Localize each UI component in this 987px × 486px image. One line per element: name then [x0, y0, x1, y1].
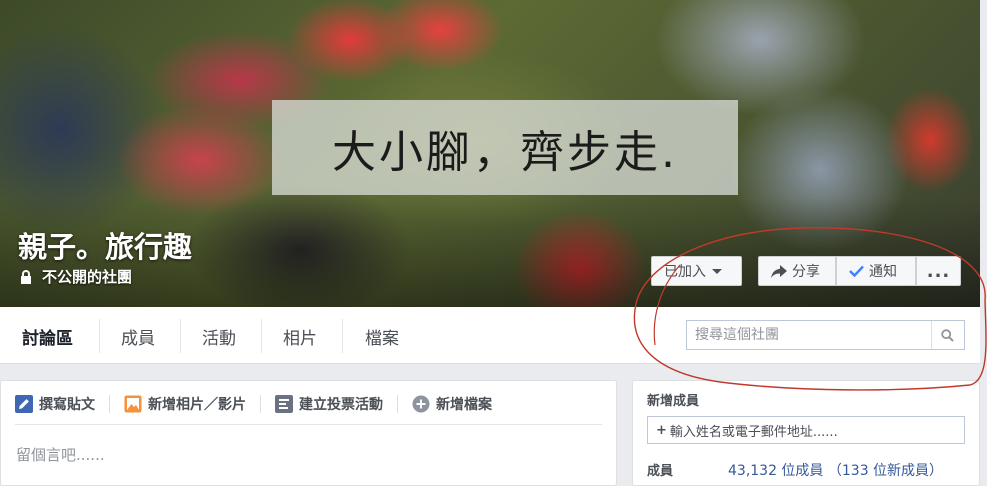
joined-label: 已加入	[664, 264, 706, 280]
search-icon	[941, 328, 954, 342]
tab-divider	[99, 319, 100, 353]
chevron-down-icon	[712, 268, 722, 274]
tab-discussion[interactable]: 討論區	[22, 319, 73, 353]
composer-textbox[interactable]: 留個言吧......	[16, 444, 105, 465]
action-divider	[109, 395, 110, 413]
tab-photos[interactable]: 相片	[283, 319, 317, 353]
share-button[interactable]: 分享	[758, 256, 836, 286]
add-file-label: 新增檔案	[436, 397, 492, 413]
tab-members[interactable]: 成員	[121, 319, 155, 353]
tab-divider	[342, 319, 343, 353]
more-options-button[interactable]: ...	[916, 256, 961, 286]
post-composer: 撰寫貼文 新增相片／影片 建立投票活動 新增檔案	[0, 380, 617, 486]
group-privacy: 不公開的社團	[20, 266, 132, 287]
add-members-title: 新增成員	[647, 394, 700, 409]
composer-divider	[15, 424, 602, 425]
tab-divider	[180, 319, 181, 353]
tab-events[interactable]: 活動	[202, 319, 236, 353]
add-member-input[interactable]: + 輸入姓名或電子郵件地址......	[647, 416, 965, 444]
check-icon	[849, 265, 864, 277]
tab-files[interactable]: 檔案	[365, 319, 399, 353]
add-file-button[interactable]: 新增檔案	[412, 394, 492, 414]
search-input[interactable]	[687, 327, 931, 343]
action-divider	[397, 395, 398, 413]
share-label: 分享	[792, 264, 820, 280]
notify-button[interactable]: 通知	[836, 256, 916, 286]
action-divider	[260, 395, 261, 413]
photo-icon	[124, 395, 142, 413]
create-poll-button[interactable]: 建立投票活動	[275, 394, 383, 414]
more-icon: ...	[926, 260, 951, 282]
composer-actions: 撰寫貼文 新增相片／影片 建立投票活動 新增檔案	[15, 393, 492, 415]
add-member-placeholder: 輸入姓名或電子郵件地址......	[669, 424, 838, 440]
members-label: 成員	[647, 464, 674, 479]
write-post-label: 撰寫貼文	[39, 397, 95, 413]
share-icon	[771, 264, 787, 278]
search-button[interactable]	[931, 321, 963, 349]
poll-icon	[275, 395, 293, 413]
add-photo-video-label: 新增相片／影片	[148, 397, 246, 413]
add-photo-video-button[interactable]: 新增相片／影片	[124, 394, 246, 414]
add-file-icon	[412, 395, 430, 413]
plus-icon: +	[656, 422, 667, 438]
pencil-icon	[15, 395, 33, 413]
notify-label: 通知	[869, 264, 897, 280]
cover-banner-text: 大小腳，齊步走.	[332, 126, 678, 178]
lock-icon	[21, 269, 31, 284]
privacy-label: 不公開的社團	[42, 268, 133, 286]
cover-banner: 大小腳，齊步走.	[272, 100, 738, 195]
group-name[interactable]: 親子。旅行趣	[18, 224, 192, 266]
joined-button[interactable]: 已加入	[651, 256, 742, 286]
members-count-link[interactable]: 43,132 位成員 （133 位新成員）	[728, 460, 943, 480]
group-search	[686, 320, 965, 350]
write-post-button[interactable]: 撰寫貼文	[15, 394, 95, 414]
create-poll-label: 建立投票活動	[299, 397, 383, 413]
tab-divider	[261, 319, 262, 353]
